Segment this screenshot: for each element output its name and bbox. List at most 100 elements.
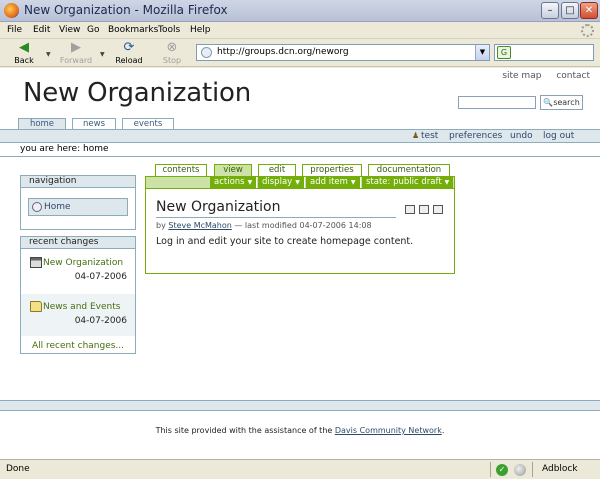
- chevron-down-icon: ▼: [247, 179, 253, 186]
- back-label: Back: [14, 56, 34, 65]
- security-ok-icon[interactable]: ✓: [496, 464, 508, 476]
- url-bar[interactable]: http://groups.dcn.org/neworg ▼: [196, 44, 490, 61]
- status-text: Done: [6, 464, 30, 474]
- recent-item[interactable]: New Organization 04-07-2006: [21, 250, 135, 292]
- byline-prefix: by: [156, 221, 166, 230]
- back-arrow-icon: ◀: [19, 40, 29, 55]
- recent-changes-header: recent changes: [21, 237, 135, 249]
- status-bar: Done ✓ Adblock: [0, 459, 600, 479]
- window-titlebar: New Organization - Mozilla Firefox – □ ✕: [0, 0, 600, 22]
- tab-documentation[interactable]: documentation: [368, 164, 450, 176]
- minimize-button[interactable]: –: [541, 2, 559, 19]
- document-body: Log in and edit your site to create home…: [156, 236, 414, 247]
- document-icon: [30, 257, 42, 268]
- print-icon[interactable]: [419, 205, 429, 214]
- recent-changes-portlet: recent changes New Organization 04-07-20…: [20, 236, 136, 354]
- display-menu-label: display: [262, 177, 293, 187]
- colophon-period: .: [441, 426, 445, 435]
- logout-link[interactable]: log out: [543, 131, 574, 141]
- contact-link[interactable]: contact: [556, 71, 590, 81]
- breadcrumb: you are here: home: [0, 143, 600, 157]
- magnifier-icon: 🔍: [543, 98, 554, 107]
- reload-button[interactable]: ⟳ Reload: [109, 40, 149, 66]
- recent-item-date: 04-07-2006: [74, 272, 127, 282]
- window-title: New Organization - Mozilla Firefox: [24, 3, 228, 17]
- state-menu[interactable]: state: public draft ▼: [362, 177, 454, 188]
- tab-view[interactable]: view: [214, 164, 252, 176]
- undo-link[interactable]: undo: [510, 131, 533, 141]
- forward-button[interactable]: ▶ Forward: [56, 40, 96, 66]
- preferences-link[interactable]: preferences: [449, 131, 502, 141]
- adblock-button[interactable]: Adblock: [542, 464, 578, 474]
- recent-item-title[interactable]: New Organization: [43, 258, 123, 268]
- site-heading: New Organization: [23, 78, 251, 108]
- display-menu[interactable]: display ▼: [258, 177, 305, 188]
- search-engine-icon[interactable]: G: [497, 46, 511, 59]
- status-separator: [532, 462, 533, 477]
- tab-contents[interactable]: contents: [155, 164, 207, 176]
- url-dropdown-icon[interactable]: ▼: [475, 45, 489, 60]
- state-menu-label: state: public draft: [366, 177, 442, 187]
- forward-arrow-icon: ▶: [71, 40, 81, 55]
- chevron-down-icon: ▼: [444, 179, 450, 186]
- user-link[interactable]: test: [421, 131, 438, 141]
- home-icon: [32, 202, 42, 212]
- add-item-menu[interactable]: add item ▼: [306, 177, 361, 188]
- colophon: This site provided with the assistance o…: [0, 426, 600, 435]
- content-actions-bar: actions ▼ display ▼ add item ▼ state: publi…: [145, 176, 455, 189]
- tab-news[interactable]: news: [72, 118, 116, 129]
- throbber-icon: [581, 24, 594, 37]
- byline-modified: — last modified 04-07-2006 14:08: [234, 221, 372, 230]
- menu-go[interactable]: Go: [87, 25, 99, 35]
- footer-bar: [0, 400, 600, 411]
- forward-label: Forward: [59, 56, 93, 65]
- folder-icon: [30, 301, 42, 312]
- tab-properties[interactable]: properties: [302, 164, 362, 176]
- site-search-button[interactable]: 🔍search: [540, 95, 583, 110]
- actions-menu-label: actions: [214, 177, 245, 187]
- send-to-icon[interactable]: [405, 205, 415, 214]
- page-viewport: site map contact New Organization 🔍searc…: [0, 68, 600, 459]
- full-screen-icon[interactable]: [433, 205, 443, 214]
- status-separator: [490, 462, 491, 477]
- menu-help[interactable]: Help: [190, 25, 211, 35]
- recent-item-date: 04-07-2006: [74, 316, 127, 326]
- navigation-portlet-header: navigation: [21, 176, 135, 188]
- firefox-icon: [4, 3, 19, 18]
- tab-events[interactable]: events: [122, 118, 174, 129]
- forward-dropdown-icon[interactable]: ▼: [100, 51, 105, 58]
- menu-bookmarks[interactable]: Bookmarks: [108, 25, 158, 35]
- navigation-toolbar: ◀ Back ▼ ▶ Forward ▼ ⟳ Reload ⊗ Stop htt…: [0, 39, 600, 67]
- nav-item-home[interactable]: Home: [28, 198, 128, 216]
- recent-item-title[interactable]: News and Events: [43, 302, 120, 312]
- site-search-input[interactable]: [458, 96, 536, 109]
- extension-icon[interactable]: [514, 464, 526, 476]
- back-button[interactable]: ◀ Back: [4, 40, 44, 66]
- reload-label: Reload: [115, 56, 143, 65]
- tab-edit[interactable]: edit: [258, 164, 296, 176]
- recent-item[interactable]: News and Events 04-07-2006: [21, 294, 135, 336]
- browser-search-input[interactable]: G: [494, 44, 594, 61]
- menu-tools[interactable]: Tools: [158, 25, 180, 35]
- dcn-link[interactable]: Davis Community Network: [335, 426, 442, 435]
- title-divider: [156, 217, 396, 218]
- stop-icon: ⊗: [166, 40, 178, 55]
- user-icon: ♟: [412, 131, 420, 140]
- close-button[interactable]: ✕: [580, 2, 598, 19]
- author-link[interactable]: Steve McMahon: [168, 221, 231, 230]
- personal-bar: ♟ test preferences undo log out: [0, 129, 600, 143]
- menu-view[interactable]: View: [59, 25, 80, 35]
- maximize-button[interactable]: □: [561, 2, 579, 19]
- reload-icon: ⟳: [123, 40, 135, 55]
- actions-menu[interactable]: actions ▼: [210, 177, 258, 188]
- colophon-text: This site provided with the assistance o…: [155, 426, 333, 435]
- menu-file[interactable]: File: [7, 25, 22, 35]
- menu-bar: File Edit View Go Bookmarks Tools Help: [0, 22, 600, 39]
- content-area: New Organization by Steve McMahon — last…: [145, 189, 455, 274]
- menu-edit[interactable]: Edit: [33, 25, 50, 35]
- back-dropdown-icon[interactable]: ▼: [46, 51, 51, 58]
- all-recent-changes-link[interactable]: All recent changes...: [21, 341, 135, 351]
- stop-button[interactable]: ⊗ Stop: [152, 40, 192, 66]
- site-map-link[interactable]: site map: [502, 71, 541, 81]
- chevron-down-icon: ▼: [295, 179, 300, 186]
